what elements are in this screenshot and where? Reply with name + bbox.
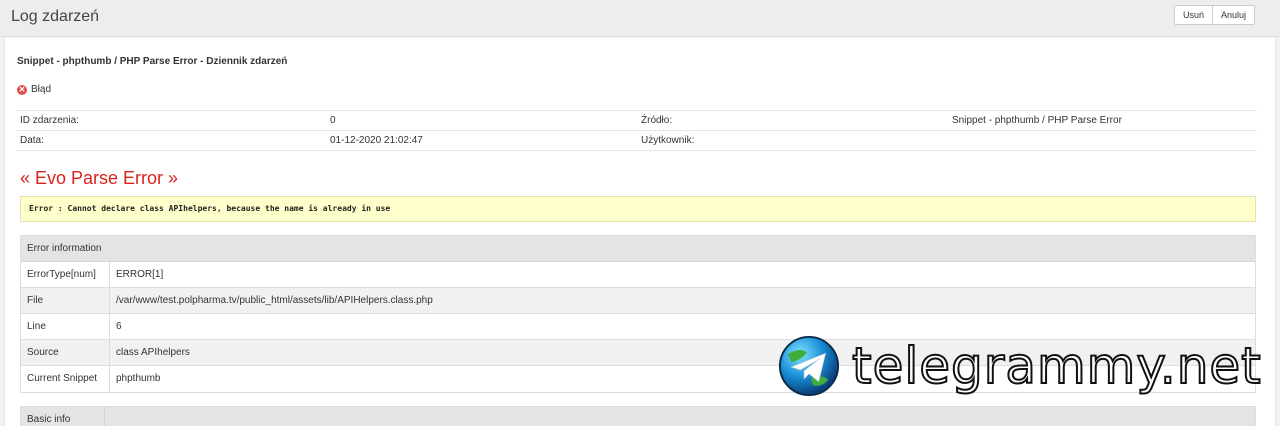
telegram-globe-icon — [778, 335, 840, 397]
row-label: ErrorType[num] — [21, 262, 110, 287]
event-date-value: 01-12-2020 21:02:47 — [330, 135, 423, 146]
status-label: Błąd — [31, 84, 52, 95]
event-source-label: Źródło: — [641, 115, 673, 126]
error-info-header: Error information — [21, 236, 1255, 262]
action-buttons: Usuń Anuluj — [1174, 5, 1256, 25]
watermark: telegrammy.net — [778, 334, 1262, 398]
event-user-label: Użytkownik: — [641, 135, 695, 146]
basic-info-table: Basic info — [20, 406, 1256, 426]
row-value: /var/www/test.polpharma.tv/public_html/a… — [116, 295, 433, 306]
info-row: ID zdarzenia: 0 Źródło: Snippet - phpthu… — [17, 111, 1257, 131]
event-id-label: ID zdarzenia: — [20, 115, 79, 126]
error-title: « Evo Parse Error » — [20, 168, 179, 188]
error-message: Error : Cannot declare class APIhelpers,… — [20, 196, 1256, 222]
row-label: Line — [21, 314, 110, 339]
row-label: Source — [21, 340, 110, 365]
row-value: 6 — [116, 321, 122, 332]
event-info-table: ID zdarzenia: 0 Źródło: Snippet - phpthu… — [17, 110, 1257, 151]
table-row: File /var/www/test.polpharma.tv/public_h… — [21, 288, 1255, 314]
row-value: phpthumb — [116, 373, 161, 384]
delete-button[interactable]: Usuń — [1175, 6, 1213, 24]
page-title: Log zdarzeń — [11, 8, 100, 25]
cancel-button[interactable]: Anuluj — [1212, 6, 1255, 24]
info-row: Data: 01-12-2020 21:02:47 Użytkownik: — [17, 131, 1257, 151]
watermark-text: telegrammy.net — [851, 337, 1262, 395]
table-row: ErrorType[num] ERROR[1] — [21, 262, 1255, 288]
event-user-value — [949, 131, 1257, 150]
error-circle-icon: ✕ — [17, 84, 27, 95]
event-date-label: Data: — [20, 135, 44, 146]
row-label: File — [21, 288, 110, 313]
page-header: Log zdarzeń Usuń Anuluj — [0, 0, 1280, 37]
row-value: ERROR[1] — [116, 269, 164, 280]
row-label: Current Snippet — [21, 366, 110, 392]
event-status: ✕ Błąd — [17, 84, 51, 95]
row-value: class APIhelpers — [116, 347, 190, 358]
event-id-value: 0 — [330, 115, 336, 126]
event-subtitle: Snippet - phpthumb / PHP Parse Error - D… — [17, 56, 288, 67]
basic-info-header: Basic info — [21, 407, 105, 426]
event-source-value: Snippet - phpthumb / PHP Parse Error — [952, 115, 1122, 126]
